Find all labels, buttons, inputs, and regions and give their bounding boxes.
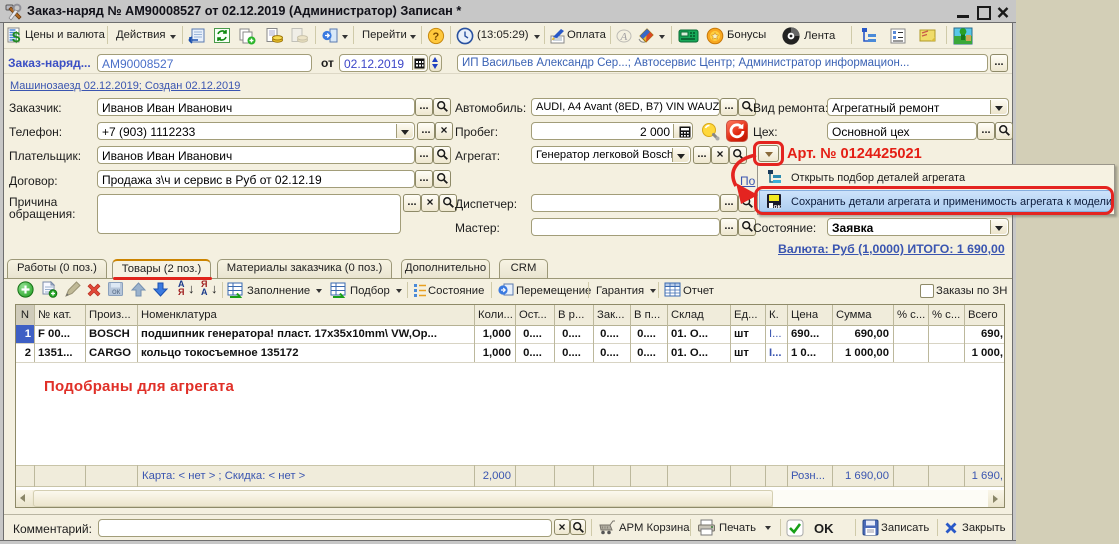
svg-text:A: A <box>620 31 628 43</box>
svg-text:?: ? <box>433 31 440 43</box>
svg-text:$: $ <box>12 29 21 44</box>
svg-text:ОК: ОК <box>112 290 121 296</box>
